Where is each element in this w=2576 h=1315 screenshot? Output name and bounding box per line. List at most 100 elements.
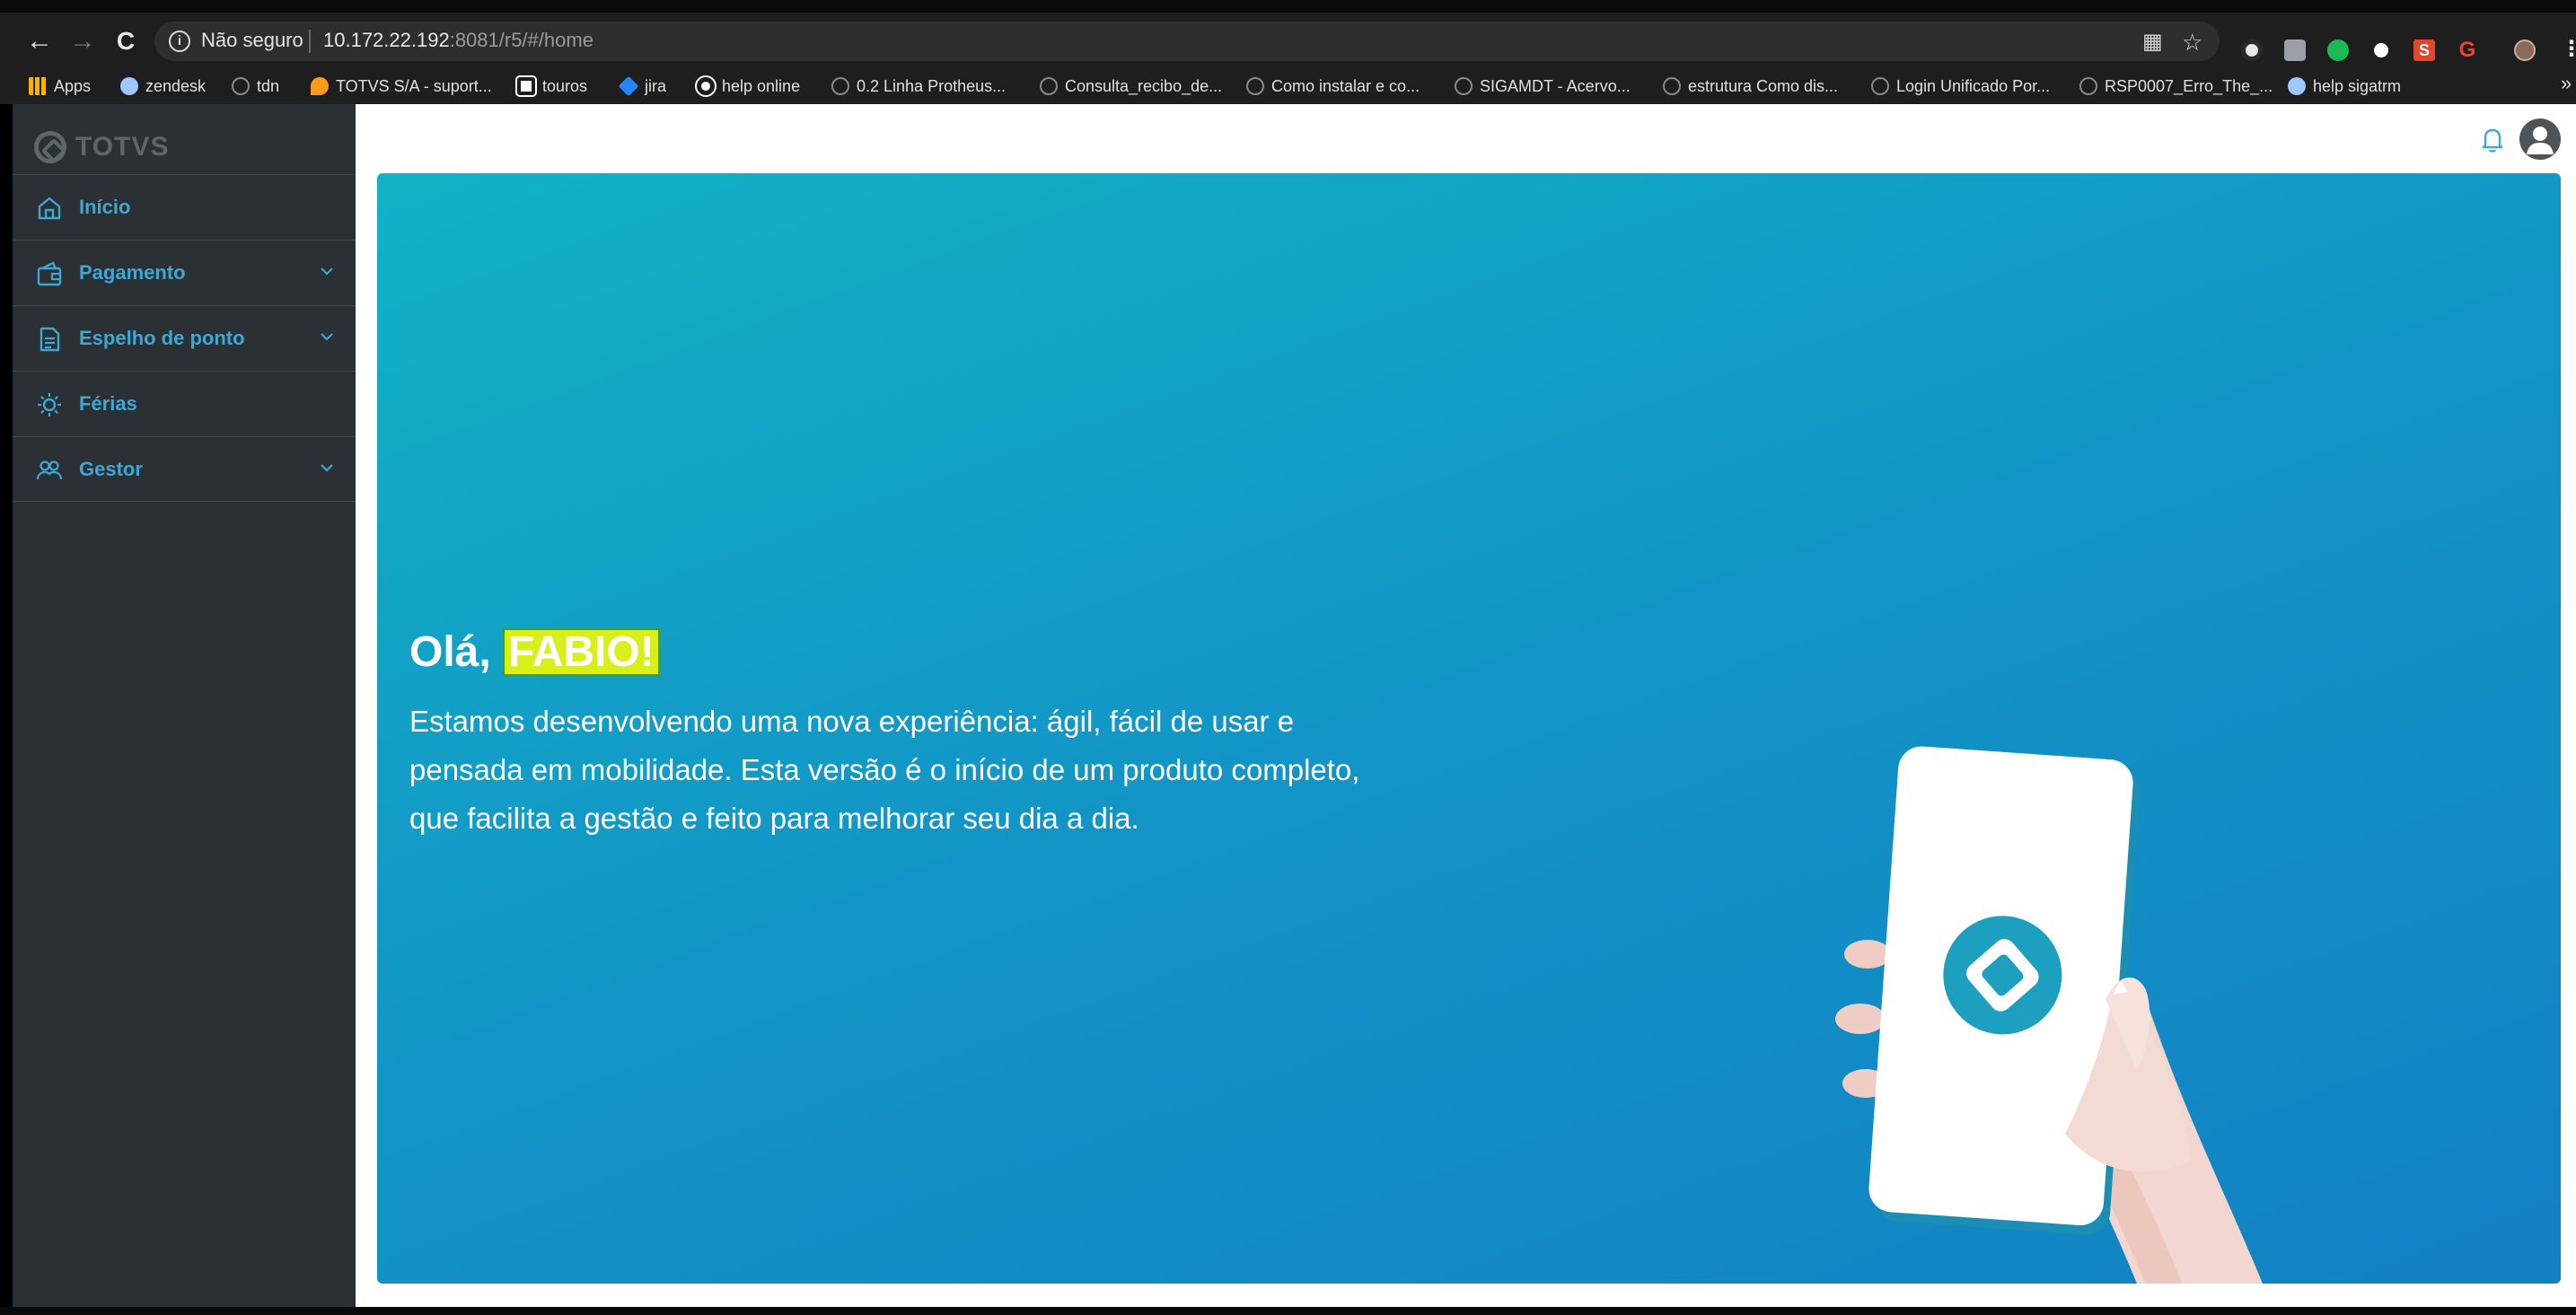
- document-icon: [40, 327, 60, 352]
- welcome-banner: Olá, FABIO! Estamos desenvolvendo uma no…: [377, 173, 2561, 1284]
- bookmark-label: Consulta_recibo_de...: [1065, 76, 1223, 95]
- profile-avatar-icon[interactable]: [2514, 39, 2536, 61]
- bookmark-sigamdt[interactable]: SIGAMDT - Acervo...: [1455, 74, 1631, 99]
- bookmark-label: zendesk: [145, 76, 207, 95]
- globe-icon: [695, 75, 717, 97]
- zendesk-icon: [120, 77, 138, 95]
- browser-menu-icon[interactable]: ⋮: [2561, 36, 2576, 62]
- sun-icon: [38, 393, 61, 416]
- bookmark-jira[interactable]: jira: [618, 74, 667, 99]
- info-icon[interactable]: i: [169, 31, 190, 52]
- chevron-down-icon[interactable]: [318, 262, 336, 280]
- security-status[interactable]: Não seguro: [201, 29, 303, 52]
- sidebar-item-ferias[interactable]: Férias: [13, 371, 356, 436]
- sidebar-item-label: Pagamento: [79, 261, 186, 284]
- url-text[interactable]: 10.172.22.192:8081/r5/#/home: [323, 29, 593, 52]
- totvs-logo[interactable]: TOTVS: [34, 131, 169, 163]
- greeting-heading: Olá, FABIO!: [409, 627, 660, 677]
- address-bar[interactable]: i Não seguro 10.172.22.192:8081/r5/#/hom…: [154, 22, 2220, 61]
- sidebar-item-inicio[interactable]: Início: [13, 174, 356, 240]
- browser-toolbar: ← → C i Não seguro 10.172.22.192:8081/r5…: [0, 13, 2576, 68]
- sidebar-item-pagamento[interactable]: Pagamento: [13, 240, 356, 305]
- flame-icon: [311, 77, 329, 95]
- sidebar-item-espelho-de-ponto[interactable]: Espelho de ponto: [13, 305, 356, 371]
- forward-arrow-icon[interactable]: →: [65, 23, 101, 59]
- user-name: FABIO!: [503, 628, 660, 676]
- bookmark-label: help sigatrm: [2313, 76, 2402, 95]
- google-icon[interactable]: G: [2457, 39, 2478, 61]
- bookmark-label: touros: [542, 76, 588, 95]
- bookmark-label: help online: [722, 76, 801, 95]
- user-icon: [2527, 127, 2554, 154]
- totvs-icon: [1871, 77, 1889, 95]
- chevron-down-icon[interactable]: [318, 459, 336, 477]
- bookmark-label: tdn: [257, 76, 280, 95]
- bookmark-totvs-suporte[interactable]: TOTVS S/A - suport...: [311, 74, 492, 99]
- bookmarks-overflow-icon[interactable]: »: [2561, 72, 2572, 95]
- bookmark-label: jira: [645, 76, 667, 95]
- wallet-icon: [37, 261, 62, 286]
- window-top-border: [0, 0, 2576, 13]
- bookmark-help-online[interactable]: help online: [695, 74, 801, 99]
- hand-holding-phone-illustration: [1835, 746, 2263, 1284]
- bookmark-rsp0007[interactable]: RSP0007_Erro_The_...: [2079, 74, 2273, 99]
- bookmark-star-icon[interactable]: ☆: [2182, 29, 2202, 57]
- bookmark-login-unificado[interactable]: Login Unificado Por...: [1871, 74, 2050, 99]
- totvs-icon: [1040, 77, 1058, 95]
- url-path: :8081/r5/#/home: [449, 29, 593, 51]
- page-content: TOTVS Início Pagamento Espelho de ponto …: [13, 104, 2576, 1307]
- bookmark-label: RSP0007_Erro_The_...: [2105, 76, 2273, 95]
- extension-icon[interactable]: [2327, 39, 2349, 61]
- bookmark-linha-protheus[interactable]: 0.2 Linha Protheus...: [831, 74, 1006, 99]
- extension-s-icon[interactable]: S: [2413, 39, 2435, 61]
- extension-icon[interactable]: [2284, 39, 2306, 61]
- notification-bell-icon[interactable]: [2477, 124, 2508, 154]
- sidebar-item-label: Espelho de ponto: [79, 327, 245, 349]
- greeting-prefix: Olá,: [409, 628, 491, 676]
- totvs-icon: [2079, 77, 2097, 95]
- bookmarks-bar: Apps zendesk tdn TOTVS S/A - suport... t…: [0, 68, 2576, 104]
- sidebar: TOTVS Início Pagamento Espelho de ponto …: [13, 104, 356, 1307]
- address-separator: [309, 30, 311, 53]
- page-header: [356, 104, 2576, 173]
- sidebar-item-label: Início: [79, 196, 131, 218]
- bookmark-label: Como instalar e co...: [1271, 76, 1420, 95]
- bookmark-consulta-recibo[interactable]: Consulta_recibo_de...: [1040, 74, 1222, 99]
- sidebar-item-label: Gestor: [79, 458, 143, 480]
- bookmark-label: SIGAMDT - Acervo...: [1480, 76, 1631, 95]
- bookmark-como-instalar[interactable]: Como instalar e co...: [1246, 74, 1420, 99]
- user-avatar[interactable]: [2519, 118, 2561, 160]
- bookmark-tdn[interactable]: tdn: [232, 74, 279, 99]
- jira-icon: [618, 75, 639, 97]
- bookmark-apps[interactable]: Apps: [29, 74, 91, 99]
- bookmark-estrutura[interactable]: estrutura Como dis...: [1663, 74, 1838, 99]
- team-icon: [36, 460, 63, 480]
- bookmark-label: Login Unificado Por...: [1896, 76, 2051, 95]
- bookmark-touros[interactable]: touros: [515, 74, 588, 99]
- totvs-icon: [232, 77, 250, 95]
- reload-icon[interactable]: C: [108, 23, 144, 59]
- totvs-icon: [831, 77, 849, 95]
- help-icon: [2288, 77, 2306, 95]
- extension-icon[interactable]: [2241, 39, 2263, 61]
- translate-icon[interactable]: ▦: [2142, 29, 2163, 55]
- touros-icon: [515, 75, 537, 97]
- totvs-icon: [1663, 77, 1681, 95]
- sidebar-item-gestor[interactable]: Gestor: [13, 436, 356, 502]
- chevron-down-icon[interactable]: [318, 328, 336, 346]
- extension-icon[interactable]: [2370, 39, 2392, 61]
- bookmark-label: 0.2 Linha Protheus...: [857, 76, 1007, 95]
- home-icon: [38, 197, 61, 220]
- bookmark-zendesk[interactable]: zendesk: [120, 74, 206, 99]
- bookmark-label: estrutura Como dis...: [1688, 76, 1839, 95]
- totvs-icon: [1246, 77, 1264, 95]
- bookmark-label: Apps: [54, 76, 92, 95]
- bookmark-help-sigatrm[interactable]: help sigatrm: [2288, 74, 2401, 99]
- totvs-icon: [1455, 77, 1473, 95]
- apps-grid-icon: [29, 77, 47, 95]
- logo-text: TOTVS: [75, 132, 170, 162]
- welcome-message: Estamos desenvolvendo uma nova experiênc…: [409, 705, 1360, 835]
- url-host: 10.172.22.192: [323, 29, 450, 51]
- back-arrow-icon[interactable]: ←: [22, 23, 57, 59]
- sidebar-item-label: Férias: [79, 392, 137, 415]
